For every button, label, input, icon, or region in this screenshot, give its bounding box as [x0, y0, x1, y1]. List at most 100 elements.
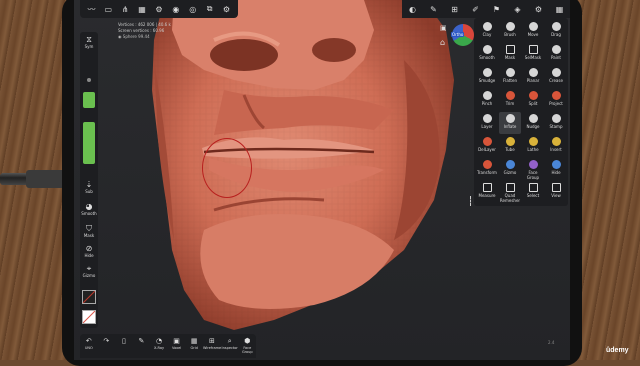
trim-icon: [505, 91, 515, 100]
radius-slider-handle[interactable]: [87, 78, 91, 82]
camera-icon[interactable]: ◎: [188, 4, 198, 14]
top-toolbar: 〰 ▭ ⋔ ▦ ⚙ ◉ ◎ ⧉ ⚙: [80, 0, 238, 18]
bottom-item-ipad[interactable]: ▯: [115, 336, 133, 346]
intensity-slider[interactable]: [83, 122, 95, 164]
bottom-toolbar: ↶ UNO ↷ ▯ ✎ ◔ X-Ray ▣ Voxel ▦ Grid ⊞ Wireframe ⌕ Inspe…: [80, 334, 256, 358]
arrow-down-icon: ⇣: [85, 180, 93, 189]
tool-label: Brush: [504, 32, 516, 37]
tool-smudge[interactable]: Smudge: [476, 66, 498, 88]
bottom-item-wireframe[interactable]: ⊞ Wireframe: [203, 336, 221, 350]
symmetry-label: Sym: [84, 44, 94, 49]
settings-icon[interactable]: ⚙: [154, 4, 164, 14]
material-icon[interactable]: ◉: [171, 4, 181, 14]
lock-icon[interactable]: ▣: [440, 24, 447, 32]
paint-icon: [551, 45, 561, 54]
tool-planar[interactable]: Planar: [522, 66, 544, 88]
brush-list-icon[interactable]: ▦: [555, 4, 565, 14]
bottom-item-redo[interactable]: ↷: [98, 336, 116, 346]
symmetry-button[interactable]: ⧖ Sym: [81, 35, 97, 49]
tool-drag[interactable]: Drag: [545, 20, 567, 42]
gizmo-button[interactable]: ⌖ Gizmo: [81, 264, 97, 278]
smooth-icon: [482, 45, 492, 54]
color-swatch[interactable]: [82, 290, 96, 304]
tool-label: Inflate: [503, 124, 517, 129]
hide-button[interactable]: ⊘ Hide: [81, 244, 97, 258]
tool-flatten[interactable]: Flatten: [499, 66, 521, 88]
tool-lathe[interactable]: Lathe: [522, 135, 544, 157]
cable-plug: [26, 170, 66, 188]
tool-insert[interactable]: Insert: [545, 135, 567, 157]
record-icon[interactable]: ⧉: [205, 4, 215, 14]
tool-label: Measure: [478, 193, 496, 198]
tool-selmask[interactable]: SelMask: [522, 43, 544, 65]
material-swatch[interactable]: [82, 310, 96, 324]
tool-quad-remesher[interactable]: Quad Remesher: [499, 181, 521, 203]
tool-measure[interactable]: Measure: [476, 181, 498, 203]
bottom-item-grid[interactable]: ▦ Grid: [185, 336, 203, 350]
tool-label: Face Group: [526, 170, 540, 180]
bottom-item-uno[interactable]: ↶ UNO: [80, 336, 98, 350]
gear-icon[interactable]: ⚙: [221, 4, 231, 14]
layers-icon[interactable]: ◈: [513, 4, 523, 14]
bottom-item-voxel[interactable]: ▣ Voxel: [168, 336, 186, 350]
mask-button[interactable]: ⛉ Mask: [81, 224, 97, 238]
tool-paint[interactable]: Paint: [545, 43, 567, 65]
scene-icon[interactable]: ⋔: [120, 4, 130, 14]
logo-icon[interactable]: 〰: [86, 4, 96, 14]
tool-view[interactable]: View: [545, 181, 567, 203]
tool-trim[interactable]: Trim: [499, 89, 521, 111]
smooth-icon: ◕: [85, 202, 93, 211]
hide-icon: [551, 160, 561, 169]
bottom-item-pen[interactable]: ✎: [133, 336, 151, 346]
split-icon: [528, 91, 538, 100]
folder-icon[interactable]: ▭: [103, 4, 113, 14]
home-icon[interactable]: ⌂: [440, 38, 445, 47]
tool-select[interactable]: Select: [522, 181, 544, 203]
radius-slider[interactable]: [83, 92, 95, 108]
lathe-icon: [528, 137, 538, 146]
bottom-item-face-group[interactable]: ⬢ Face Group: [239, 336, 257, 354]
tool-face-group[interactable]: Face Group: [522, 158, 544, 180]
gizmo-label: Ortho: [451, 32, 465, 37]
tool-label: Insert: [550, 147, 562, 152]
tool-move[interactable]: Move: [522, 20, 544, 42]
tool-hide[interactable]: Hide: [545, 158, 567, 180]
tool-nudge[interactable]: Nudge: [522, 112, 544, 134]
tool-label: Move: [527, 32, 539, 37]
eye-icon[interactable]: ◉: [118, 34, 122, 39]
tool-pinch[interactable]: Pinch: [476, 89, 498, 111]
tool-tube[interactable]: Tube: [499, 135, 521, 157]
face-group-icon: ⬢: [244, 337, 251, 345]
tool-split[interactable]: Split: [522, 89, 544, 111]
smooth-label: Smooth: [81, 211, 97, 216]
tool-transform[interactable]: Transform: [476, 158, 498, 180]
bottom-item-inspector[interactable]: ⌕ Inspector: [221, 336, 239, 350]
inspector-icon: ⌕: [227, 337, 232, 345]
tool-label: Crease: [549, 78, 563, 83]
tool-gizmo[interactable]: Gizmo: [499, 158, 521, 180]
tool-mask[interactable]: Mask: [499, 43, 521, 65]
tool-project[interactable]: Project: [545, 89, 567, 111]
tool-dellayer[interactable]: DelLayer: [476, 135, 498, 157]
subdivide-button[interactable]: ⇣ Sub: [81, 180, 97, 194]
render-mode-icon[interactable]: ◐: [408, 4, 418, 14]
pinch-icon: [482, 91, 492, 100]
tool-stamp[interactable]: Stamp: [545, 112, 567, 134]
tool-clay[interactable]: Clay: [476, 20, 498, 42]
tool-inflate[interactable]: Inflate: [499, 112, 521, 134]
brush-settings-icon[interactable]: ⊞: [450, 4, 460, 14]
tool-crease[interactable]: Crease: [545, 66, 567, 88]
drag-icon: [551, 22, 561, 31]
grid-icon[interactable]: ▦: [137, 4, 147, 14]
pen-icon[interactable]: ✎: [429, 4, 439, 14]
tools-icon[interactable]: ⚑: [492, 4, 502, 14]
tool-smooth[interactable]: Smooth: [476, 43, 498, 65]
dropper-icon[interactable]: ✐: [471, 4, 481, 14]
options-icon[interactable]: ⚙: [534, 4, 544, 14]
bottom-item-x-ray[interactable]: ◔ X-Ray: [150, 336, 168, 350]
tool-label: Tube: [505, 147, 515, 152]
tool-brush[interactable]: Brush: [499, 20, 521, 42]
smooth-button[interactable]: ◕ Smooth: [81, 202, 97, 216]
tool-layer[interactable]: Layer: [476, 112, 498, 134]
object-row[interactable]: ◉ Sphere 99.44: [118, 34, 171, 40]
